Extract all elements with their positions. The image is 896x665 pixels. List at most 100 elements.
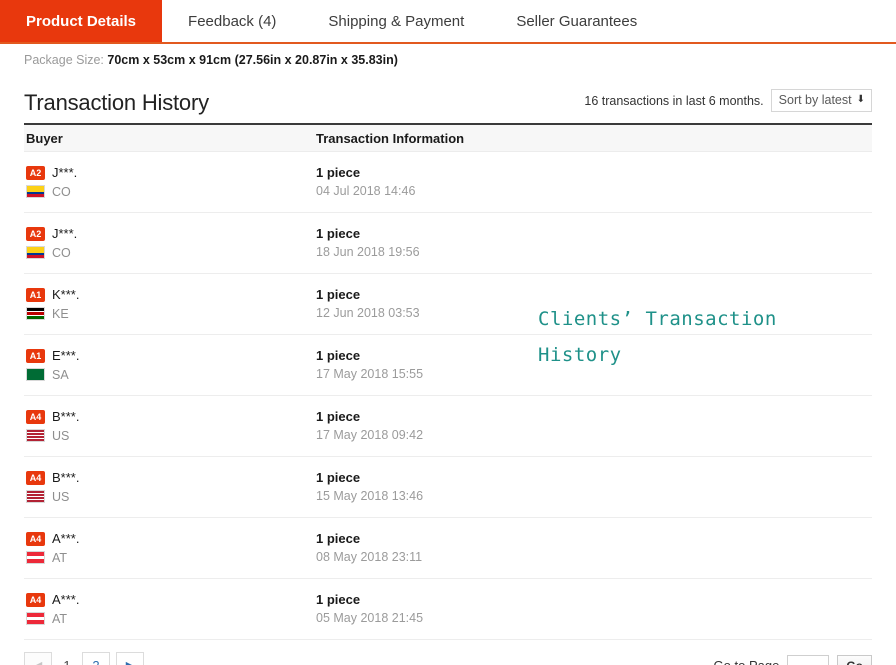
pagination-page-1: 1 [58,652,76,665]
go-to-page-input[interactable] [787,654,830,665]
buyer-cell: A4 B***. US [24,407,316,445]
pagination-bar: ◀ 1 2 ▶ Go to Page Go [24,652,872,665]
product-tab-bar: Product Details Feedback (4) Shipping & … [0,0,896,44]
package-size-label: Package Size: [24,53,104,67]
buyer-country: US [26,487,316,506]
buyer-name: A***. [52,592,80,607]
pagination-prev-button[interactable]: ◀ [24,652,52,665]
go-to-page-label: Go to Page [714,658,780,665]
buyer-cell: A2 J***. CO [24,163,316,201]
transaction-quantity: 1 piece [316,409,361,424]
united-states-flag [26,490,45,503]
pagination-page-2[interactable]: 2 [82,652,110,665]
table-row: A4 B***. US 1 piece 15 May 2018 13:46 [24,457,872,518]
transaction-quantity: 1 piece [316,226,361,241]
tab-label: Feedback (4) [188,12,277,30]
table-header-row: Buyer Transaction Information [24,123,872,152]
saudi-arabia-flag [26,368,45,381]
buyer-level-badge: A4 [26,531,45,546]
transaction-date: 18 Jun 2018 19:56 [316,245,420,259]
tab-feedback[interactable]: Feedback (4) [162,0,303,42]
transaction-info-cell: 1 piece 12 Jun 2018 03:53 [316,285,872,323]
transaction-quantity: 1 piece [316,165,361,180]
buyer-country-code: US [52,428,70,443]
buyer-level-badge: A4 [26,592,45,607]
buyer-cell: A4 A***. AT [24,529,316,567]
sort-dropdown[interactable]: Sort by latest ⬇ [770,89,872,112]
buyer-country: SA [26,365,316,384]
pagination-next-button[interactable]: ▶ [116,652,144,665]
go-to-page-group: Go to Page Go [714,654,872,665]
tab-product-details[interactable]: Product Details [0,0,163,42]
column-header-buyer: Buyer [26,130,63,146]
buyer-name: B***. [52,409,80,424]
buyer-country-code: AT [52,611,68,626]
buyer-country-code: US [52,489,70,504]
buyer-cell: A2 J***. CO [24,224,316,262]
buyer-identity: A4 A***. [26,590,316,609]
buyer-country-code: CO [52,245,71,260]
header-controls: 16 transactions in last 6 months. Sort b… [584,89,872,116]
package-size-value: 70cm x 53cm x 91cm (27.56in x 20.87in x … [107,53,398,67]
table-row: A4 A***. AT 1 piece 05 May 2018 21:45 [24,579,872,640]
buyer-name: J***. [52,165,78,180]
buyer-cell: A4 B***. US [24,468,316,506]
transaction-info-cell: 1 piece 18 Jun 2018 19:56 [316,224,872,262]
transaction-quantity: 1 piece [316,592,361,607]
buyer-identity: A4 B***. [26,468,316,487]
buyer-level-badge: A2 [26,226,45,241]
buyer-country: AT [26,609,316,628]
tab-label: Product Details [26,12,137,30]
table-row: A2 J***. CO 1 piece 18 Jun 2018 19:56 [24,213,872,274]
buyer-cell: A1 K***. KE [24,285,316,323]
pagination-controls: ◀ 1 2 ▶ [24,652,144,665]
buyer-level-badge: A4 [26,470,45,485]
transaction-quantity: 1 piece [316,470,361,485]
transaction-date: 12 Jun 2018 03:53 [316,306,420,320]
buyer-country: CO [26,182,316,201]
buyer-identity: A4 B***. [26,407,316,426]
transaction-quantity: 1 piece [316,531,361,546]
transaction-quantity: 1 piece [316,348,361,363]
transaction-info-cell: 1 piece 04 Jul 2018 14:46 [316,163,872,201]
united-states-flag [26,429,45,442]
buyer-name: E***. [52,348,80,363]
tab-label: Seller Guarantees [516,12,638,30]
chevron-down-icon: ⬇ [856,94,865,105]
transaction-history-header: Transaction History 16 transactions in l… [24,78,872,116]
transaction-date: 17 May 2018 15:55 [316,367,424,381]
transaction-info-cell: 1 piece 17 May 2018 15:55 [316,346,872,384]
buyer-name: K***. [52,287,80,302]
colombia-flag [26,185,45,198]
colombia-flag [26,246,45,259]
tab-shipping-payment[interactable]: Shipping & Payment [302,0,491,42]
buyer-name: B***. [52,470,80,485]
transaction-date: 05 May 2018 21:45 [316,611,424,625]
buyer-level-badge: A4 [26,409,45,424]
transaction-quantity: 1 piece [316,287,361,302]
buyer-country-code: CO [52,184,71,199]
table-row: A4 B***. US 1 piece 17 May 2018 09:42 [24,396,872,457]
transaction-date: 08 May 2018 23:11 [316,550,423,564]
buyer-country: KE [26,304,316,323]
buyer-name: J***. [52,226,78,241]
buyer-identity: A1 E***. [26,346,316,365]
buyer-identity: A1 K***. [26,285,316,304]
tab-seller-guarantees[interactable]: Seller Guarantees [490,0,664,42]
tab-label: Shipping & Payment [328,12,465,30]
buyer-level-badge: A2 [26,165,45,180]
buyer-country-code: AT [52,550,68,565]
transaction-date: 15 May 2018 13:46 [316,489,424,503]
go-button[interactable]: Go [837,654,872,665]
buyer-cell: A1 E***. SA [24,346,316,384]
chevron-left-icon: ◀ [34,659,42,665]
transaction-info-cell: 1 piece 17 May 2018 09:42 [316,407,872,445]
sort-dropdown-label: Sort by latest [778,93,852,107]
table-row: A4 A***. AT 1 piece 08 May 2018 23:11 [24,518,872,579]
table-row: A2 J***. CO 1 piece 04 Jul 2018 14:46 [24,152,872,213]
austria-flag [26,612,45,625]
buyer-country-code: KE [52,306,69,321]
buyer-country-code: SA [52,367,69,382]
package-size: Package Size: 70cm x 53cm x 91cm (27.56i… [0,44,896,74]
buyer-cell: A4 A***. AT [24,590,316,628]
